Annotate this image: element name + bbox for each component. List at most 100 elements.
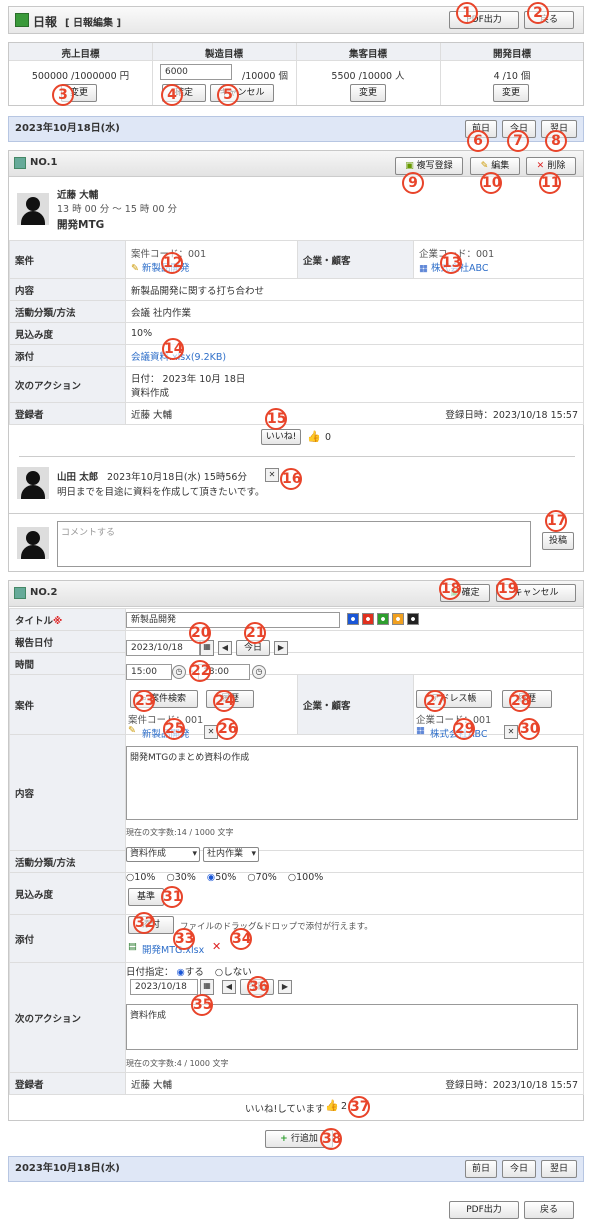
sales-value: 500000 /1000000 円 — [31, 71, 130, 82]
footer-next-day-button[interactable]: 翌日 — [541, 1160, 577, 1178]
report-date-input[interactable]: 2023/10/18 — [126, 640, 200, 656]
date-bar: 2023年10月18日(水) — [8, 116, 584, 142]
remove-company-button[interactable]: ✕ — [504, 725, 518, 739]
annotation-6: 6 — [467, 130, 489, 152]
pencil-icon: ✎ — [480, 161, 492, 171]
excel-file-icon: ▤ — [128, 941, 137, 952]
annotation-3: 3 — [52, 84, 74, 106]
entry-1-table: 案件 案件コード：001✎ 新製品開発 企業・顧客 企業コード：001▦ 株式会… — [9, 240, 584, 425]
entry-1: NO.1 近藤 大輔 13 時 00 分 ～ 15 時 00 分 開発MTG 案… — [8, 150, 584, 572]
customer-change-button[interactable]: 変更 — [350, 84, 386, 102]
next-date-button[interactable]: ▶ — [278, 980, 292, 994]
annotation-9: 9 — [402, 172, 424, 194]
annotation-13: 13 — [440, 252, 462, 274]
annotation-36: 36 — [247, 976, 269, 998]
color-black[interactable] — [407, 613, 419, 625]
radio-70[interactable]: ○70% — [247, 872, 276, 883]
annotation-16: 16 — [280, 468, 302, 490]
color-red[interactable] — [362, 613, 374, 625]
annotation-28: 28 — [509, 690, 531, 712]
mfg-target-input[interactable]: 6000 — [160, 64, 232, 80]
footer-date-bar: 2023年10月18日(水) — [8, 1156, 584, 1182]
comment-time: 2023年10月18日(水) 15時56分 — [107, 472, 247, 483]
annotation-20: 20 — [189, 622, 211, 644]
annotation-29: 29 — [453, 718, 475, 740]
title-input[interactable]: 新製品開発 — [126, 612, 340, 628]
thumbs-up-icon[interactable]: 👍 — [325, 1099, 339, 1112]
comment-input[interactable]: コメントする — [57, 521, 531, 567]
color-blue[interactable] — [347, 613, 359, 625]
next-date-button[interactable]: ▶ — [274, 641, 288, 655]
footer-prev-day-button[interactable]: 前日 — [465, 1160, 497, 1178]
comment-text: 明日までを目途に資料を作成して頂きたいです。 — [57, 487, 265, 498]
like-count: 2 — [341, 1101, 348, 1112]
annotation-18: 18 — [439, 578, 461, 600]
radio-date-no[interactable]: ○しない — [215, 967, 252, 978]
copy-icon: ▣ — [405, 161, 417, 171]
annotation-12: 12 — [161, 252, 183, 274]
col-dev: 開発目標 — [492, 49, 531, 60]
radio-100[interactable]: ○100% — [288, 872, 323, 883]
annotation-10: 10 — [480, 172, 502, 194]
comment-author: 山田 太郎 — [57, 472, 99, 483]
annotation-37: 37 — [348, 1096, 370, 1118]
probability-radios: ○10% ○30% ◉50% ○70% ○100% — [126, 872, 323, 883]
start-time-input[interactable]: 15:00 — [126, 664, 172, 680]
annotation-26: 26 — [216, 718, 238, 740]
clock-icon[interactable]: ◷ — [252, 665, 266, 679]
entry-person: 近藤 大輔 — [57, 190, 99, 201]
liked-status: いいね!しています — [245, 1104, 325, 1115]
content-char-count: 現在の文字数:14 / 1000 文字 — [126, 828, 234, 837]
method-select[interactable]: 社内作業 ▾ — [203, 847, 259, 862]
mfg-total: /10000 個 — [242, 71, 288, 82]
content-textarea[interactable]: 開発MTGのまとめ資料の作成 — [126, 746, 578, 820]
calendar-icon[interactable]: ▦ — [200, 979, 214, 995]
annotation-21: 21 — [244, 622, 266, 644]
attach-hint: ファイルのドラッグ&ドロップで添付が行えます。 — [180, 922, 373, 932]
like-count: 0 — [325, 432, 332, 443]
col-mfg: 製造目標 — [204, 49, 243, 60]
footer-today-button[interactable]: 今日 — [502, 1160, 536, 1178]
annotation-34: 34 — [230, 928, 252, 950]
footer-back-button[interactable]: 戻る — [524, 1201, 574, 1219]
color-orange[interactable] — [392, 613, 404, 625]
remove-attachment-icon[interactable]: ✕ — [212, 940, 221, 953]
next-action-char-count: 現在の文字数:4 / 1000 文字 — [126, 1059, 229, 1068]
commenter-avatar — [17, 467, 49, 499]
radio-30[interactable]: ○30% — [166, 872, 195, 883]
post-comment-button[interactable]: 投稿 — [542, 532, 574, 550]
report-icon — [15, 13, 29, 27]
next-action-date-input[interactable]: 2023/10/18 — [130, 979, 198, 995]
like-button[interactable]: いいね! — [261, 429, 301, 445]
radio-50[interactable]: ◉50% — [207, 872, 236, 883]
customer-value: 5500 /10000 人 — [331, 71, 405, 82]
annotation-33: 33 — [173, 928, 195, 950]
prev-date-button[interactable]: ◀ — [218, 641, 232, 655]
color-green[interactable] — [377, 613, 389, 625]
page-title: 日報 — [33, 15, 58, 29]
plus-icon: + — [280, 1134, 291, 1144]
delete-comment-button[interactable]: ✕ — [265, 468, 279, 482]
clock-icon[interactable]: ◷ — [172, 665, 186, 679]
standard-button[interactable]: 基準 — [128, 888, 164, 906]
annotation-32: 32 — [133, 912, 155, 934]
annotation-2: 2 — [527, 2, 549, 24]
col-sales: 売上目標 — [61, 49, 100, 60]
prev-date-button[interactable]: ◀ — [222, 980, 236, 994]
attached-file-link[interactable]: 開発MTG.xlsx — [142, 942, 204, 956]
annotation-8: 8 — [545, 130, 567, 152]
dev-change-button[interactable]: 変更 — [493, 84, 529, 102]
annotation-31: 31 — [161, 886, 183, 908]
page-subtitle: [ 日報編集 ] — [65, 18, 122, 29]
footer-pdf-button[interactable]: PDF出力 — [449, 1201, 519, 1219]
radio-date-yes[interactable]: ◉する — [177, 967, 204, 978]
entry-number: NO.2 — [30, 587, 58, 598]
case-link[interactable]: ✎ 新製品開発 — [131, 260, 292, 274]
annotation-15: 15 — [265, 408, 287, 430]
activity-select[interactable]: 資料作成 ▾ — [126, 847, 200, 862]
copy-register-button[interactable]: ▣ 複写登録 — [395, 157, 463, 175]
annotation-23: 23 — [133, 690, 155, 712]
entry-number: NO.1 — [30, 157, 58, 168]
radio-10[interactable]: ○10% — [126, 872, 155, 883]
annotation-1: 1 — [456, 2, 478, 24]
